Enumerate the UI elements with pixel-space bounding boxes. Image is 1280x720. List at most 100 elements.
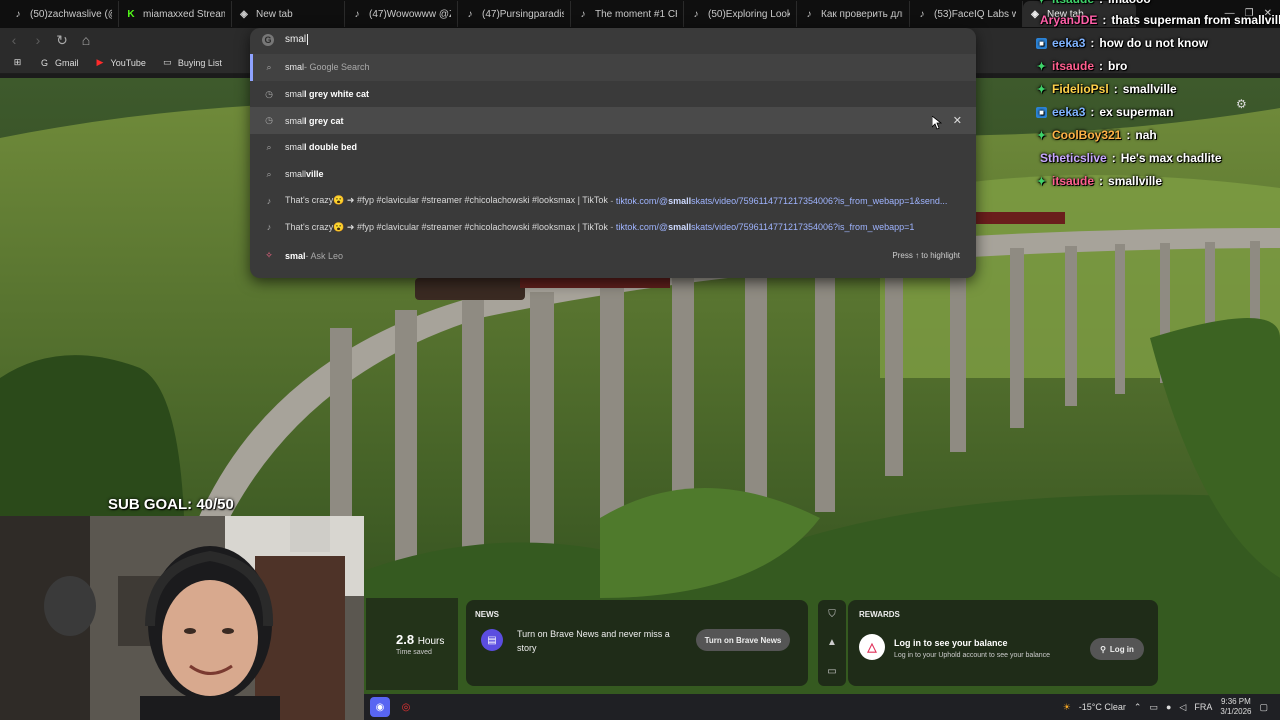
suggestion-url: tiktok.com/@smallskats/video/75961147712… xyxy=(615,222,915,233)
rewards-headline: Log in to see your balance xyxy=(894,638,1008,648)
time-saved-unit: Hours xyxy=(417,636,445,647)
suggestion-item[interactable]: ◷ smal l grey cat ✕ xyxy=(250,107,976,135)
chat-message: ✦ FidelioPsl : smallville xyxy=(1036,82,1177,96)
language-indicator[interactable]: FRA xyxy=(1194,702,1212,712)
apps-grid-icon[interactable]: ⊞ xyxy=(6,55,29,70)
reload-icon[interactable]: ↻ xyxy=(52,30,72,50)
rewards-subtext: Log in to your Uphold account to see you… xyxy=(894,652,1051,659)
tab-item[interactable]: ♪(47)Pursingparadise (@ xyxy=(458,1,571,27)
chat-message: ✦ itsaude : smallville xyxy=(1036,174,1163,188)
omnibox-input[interactable]: smal xyxy=(285,34,309,46)
chat-username: FidelioPsl xyxy=(1052,82,1109,96)
time-saved-value: 2.8 xyxy=(396,632,415,647)
forward-icon[interactable]: › xyxy=(28,30,48,50)
chat-badge-star-icon: ✦ xyxy=(1036,129,1047,142)
search-icon: ⌕ xyxy=(266,141,272,152)
card-icon[interactable]: ▭ xyxy=(827,666,836,677)
sub-goal-label: SUB GOAL: 40/50 xyxy=(108,496,234,513)
tab-item[interactable]: ♪(47)Wowowww @Zeta xyxy=(345,1,458,27)
tab-item[interactable]: Kmiamaxxed Stream - W xyxy=(119,1,232,27)
tab-item[interactable]: ♪Как проверить длину xyxy=(797,1,910,27)
back-icon[interactable]: ‹ xyxy=(4,30,24,50)
suggestion-item[interactable]: ◷ smal l grey white cat xyxy=(250,81,976,108)
chat-text: nah xyxy=(1135,128,1157,142)
turn-on-news-button[interactable]: Turn on Brave News xyxy=(696,629,790,651)
chat-badge-icon: ■ xyxy=(1036,106,1047,118)
rewards-widget: REWARDS △ Log in to see your balance Log… xyxy=(848,600,1158,686)
suggestion-item[interactable]: ⌕ small ville xyxy=(250,161,976,188)
search-icon: ⌕ xyxy=(266,61,272,72)
tiktok-icon: ♪ xyxy=(580,8,586,20)
time-saved-label: Time saved xyxy=(396,649,432,656)
obs-icon[interactable]: ◎ xyxy=(396,697,416,717)
remove-suggestion-icon[interactable]: ✕ xyxy=(953,114,962,127)
tiktok-icon: ♪ xyxy=(467,8,473,20)
login-button[interactable]: ⚲ Log in xyxy=(1090,638,1144,660)
home-icon[interactable]: ⌂ xyxy=(76,30,96,50)
tiktok-icon: ♪ xyxy=(919,8,925,20)
widget-switcher: ⛉ ▲ ▭ xyxy=(818,600,846,686)
chat-message: ✦itsaude : lmaooo xyxy=(1036,0,1151,6)
webcam-feed xyxy=(0,516,364,720)
chat-badge-icon: ■ xyxy=(1036,37,1047,49)
tab-item[interactable]: ♪(50)Exploring Looks M xyxy=(684,1,797,27)
bookmark-buying-list[interactable]: ▭ Buying List xyxy=(156,55,228,70)
suggestion-item[interactable]: ♪ That's crazy😮 ➜ #fyp #clavicular #stre… xyxy=(250,187,976,214)
rewards-triangle-icon[interactable]: ▲ xyxy=(827,637,837,648)
chat-username: itsaude xyxy=(1052,0,1094,6)
chat-message: ■ eeka3 : ex superman xyxy=(1036,105,1173,119)
weather-text: -15°C Clear xyxy=(1078,702,1126,712)
news-text: Turn on Brave News and never miss a stor… xyxy=(517,629,670,653)
search-icon: ⌕ xyxy=(266,168,272,179)
google-icon: G xyxy=(262,34,274,46)
brave-news-widget: NEWS ▤ Turn on Brave News and never miss… xyxy=(466,600,808,686)
bookmark-gmail[interactable]: G Gmail xyxy=(33,55,85,70)
tiktok-icon: ♪ xyxy=(806,8,812,20)
mic-icon[interactable]: ● xyxy=(1166,702,1171,712)
tab-item[interactable]: ♪(50)zachwaslive (@zac xyxy=(6,1,119,27)
chat-message: Stheticslive : He's max chadlite xyxy=(1040,151,1222,165)
youtube-icon: ▶ xyxy=(96,57,104,67)
chat-badge-star-icon: ✦ xyxy=(1036,60,1047,73)
chat-text: thats superman from smallville xyxy=(1111,13,1280,27)
notification-icon[interactable]: ▢ xyxy=(1259,702,1268,713)
chat-text: ex superman xyxy=(1099,105,1174,119)
suggestion-item[interactable]: ⌕ smal l double bed xyxy=(250,134,976,161)
mouse-cursor-icon xyxy=(932,116,942,130)
kick-icon: K xyxy=(127,8,135,20)
leo-icon: ✧ xyxy=(265,250,273,261)
lock-icon: ⚲ xyxy=(1100,644,1106,654)
chat-username: eeka3 xyxy=(1052,36,1086,50)
tab-item[interactable]: ◈ New tab xyxy=(232,1,345,27)
chat-username: itsaude xyxy=(1052,59,1095,73)
chat-username: AryanJDE xyxy=(1040,13,1098,27)
volume-icon[interactable]: ◁ xyxy=(1179,702,1186,713)
google-icon: G xyxy=(40,57,48,68)
network-icon[interactable]: ▭ xyxy=(1149,702,1158,713)
highlight-hint: Press ↑ to highlight xyxy=(892,251,960,261)
suggestion-item[interactable]: ✧ smal - Ask Leo Press ↑ to highlight xyxy=(250,241,976,271)
news-title: NEWS xyxy=(475,610,499,619)
time-saved-widget: 2.8 Hours Time saved xyxy=(366,598,458,690)
suggestion-url: tiktok.com/@smallskats/video/75961147712… xyxy=(615,195,948,206)
weather-icon: ☀ xyxy=(1062,701,1071,712)
chevron-up-icon[interactable]: ⌃ xyxy=(1134,702,1142,713)
rewards-title: REWARDS xyxy=(859,610,900,619)
chat-message: ■ eeka3 : how do u not know xyxy=(1036,36,1208,50)
tiktok-icon: ♪ xyxy=(266,222,272,233)
discord-icon[interactable]: ◉ xyxy=(370,697,390,717)
tiktok-icon: ♪ xyxy=(354,8,360,20)
system-tray: ☀ -15°C Clear ⌃ ▭ ● ◁ FRA 9:36 PM 3/1/20… xyxy=(1063,694,1280,720)
suggestion-item[interactable]: ♪ That's crazy😮 ➜ #fyp #clavicular #stre… xyxy=(250,214,976,241)
bookmark-youtube[interactable]: ▶ YouTube xyxy=(89,55,152,70)
clock[interactable]: 9:36 PM 3/1/2026 xyxy=(1220,697,1251,717)
tab-item[interactable]: ♪The moment #1 CHAD xyxy=(571,1,684,27)
suggestion-item[interactable]: ⌕ smal - Google Search xyxy=(250,54,976,81)
folder-icon: ▭ xyxy=(163,57,172,67)
chat-text: how do u not know xyxy=(1099,36,1209,50)
omnibox-input-row: G smal xyxy=(250,28,976,52)
tiktok-icon: ♪ xyxy=(693,8,699,20)
history-icon: ◷ xyxy=(265,88,273,99)
shield-icon[interactable]: ⛉ xyxy=(828,609,836,620)
tab-item[interactable]: ♪ (53)FaceIQ Labs w xyxy=(910,1,1023,27)
